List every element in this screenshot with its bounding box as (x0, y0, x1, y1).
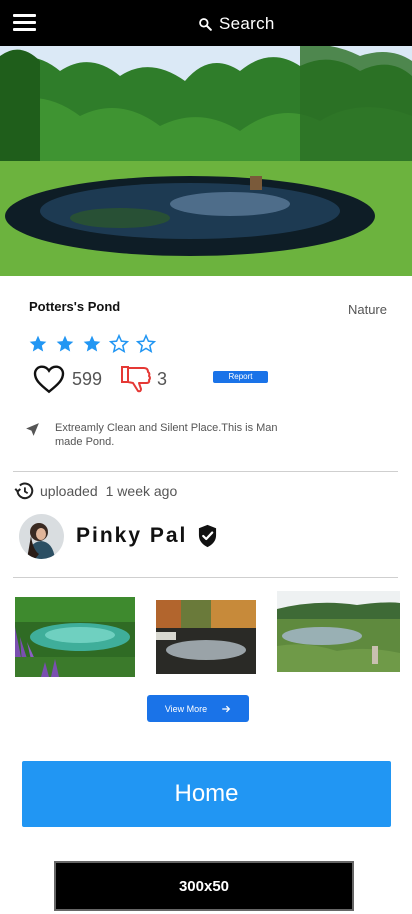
search-icon (199, 18, 212, 31)
hamburger-menu-icon[interactable] (13, 14, 36, 32)
heart-icon[interactable] (33, 364, 65, 394)
ad-banner[interactable]: 300x50 (54, 861, 354, 911)
upload-info: uploaded 1 week ago (40, 483, 177, 499)
upload-time: 1 week ago (105, 483, 178, 499)
avatar[interactable] (19, 514, 64, 559)
thumbs-down-icon[interactable] (120, 365, 152, 393)
category-label: Nature (347, 302, 387, 317)
star-filled-icon[interactable] (82, 334, 102, 354)
report-button[interactable]: Report (213, 371, 268, 383)
star-rating[interactable] (28, 334, 156, 354)
likes-count: 599 (72, 369, 103, 389)
search-button[interactable]: Search (198, 13, 275, 35)
star-filled-icon[interactable] (28, 334, 48, 354)
gallery-thumbnail[interactable] (277, 591, 400, 672)
dislikes-count: 3 (157, 369, 168, 389)
view-more-label: View More (164, 703, 208, 714)
divider (13, 577, 398, 578)
place-description: Extreamly Clean and Silent Place.This is… (55, 422, 278, 448)
place-title: Potters's Pond (29, 299, 121, 314)
arrow-right-icon (222, 705, 231, 712)
gallery-thumbnail[interactable] (15, 597, 135, 677)
home-button[interactable]: Home (22, 761, 391, 827)
top-app-bar: Search (0, 0, 412, 46)
view-more-button[interactable]: View More (147, 695, 249, 722)
star-filled-icon[interactable] (55, 334, 75, 354)
star-outline-icon[interactable] (136, 334, 156, 354)
search-label: Search (219, 14, 275, 33)
gallery-thumbnail[interactable] (156, 600, 256, 674)
divider (13, 471, 398, 472)
verified-shield-icon (198, 524, 217, 548)
hero-image (0, 46, 412, 276)
username[interactable]: Pinky Pal (76, 524, 187, 548)
upload-label: uploaded (40, 483, 98, 499)
navigation-arrow-icon (26, 423, 39, 436)
star-outline-icon[interactable] (109, 334, 129, 354)
history-icon (14, 482, 34, 500)
